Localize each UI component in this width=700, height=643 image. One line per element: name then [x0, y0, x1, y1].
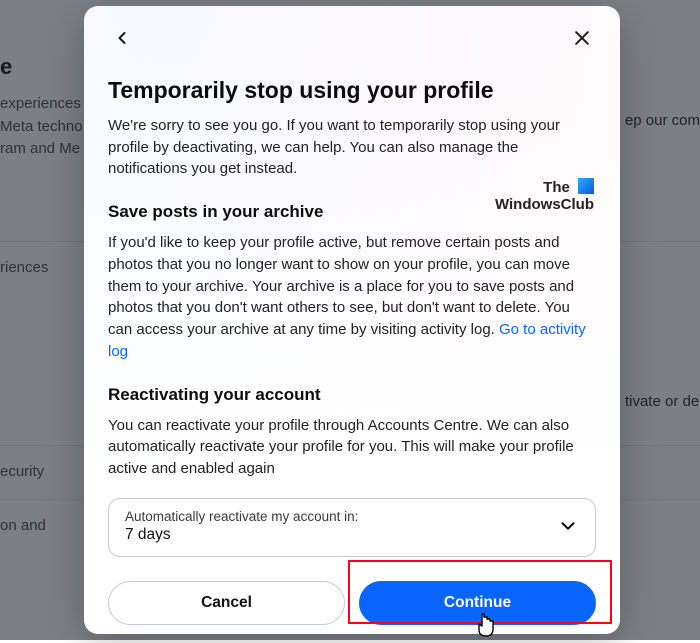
close-icon	[572, 28, 592, 48]
dropdown-label: Automatically reactivate my account in:	[125, 509, 358, 524]
chevron-left-icon	[112, 28, 132, 48]
deactivate-modal: Temporarily stop using your profile We'r…	[84, 6, 620, 634]
dropdown-value: 7 days	[125, 526, 358, 544]
watermark-line2: WindowsClub	[495, 197, 594, 214]
chevron-down-icon	[557, 515, 579, 537]
save-archive-heading: Save posts in your archive	[108, 202, 323, 222]
reactivate-body: You can reactivate your profile through …	[108, 415, 596, 480]
save-archive-body: If you'd like to keep your profile activ…	[108, 232, 596, 363]
watermark: The WindowsClub	[495, 178, 594, 213]
modal-header	[108, 24, 596, 52]
continue-button[interactable]: Continue	[359, 581, 596, 625]
close-button[interactable]	[568, 24, 596, 52]
modal-footer: Cancel Continue	[108, 557, 596, 625]
watermark-square-icon	[578, 178, 594, 194]
modal-intro: We're sorry to see you go. If you want t…	[108, 115, 596, 180]
auto-reactivate-dropdown[interactable]: Automatically reactivate my account in: …	[108, 498, 596, 557]
modal-title: Temporarily stop using your profile	[108, 76, 596, 105]
reactivate-heading: Reactivating your account	[108, 385, 596, 405]
back-button[interactable]	[108, 24, 136, 52]
watermark-line1: The	[543, 179, 570, 196]
cancel-button[interactable]: Cancel	[108, 581, 345, 625]
